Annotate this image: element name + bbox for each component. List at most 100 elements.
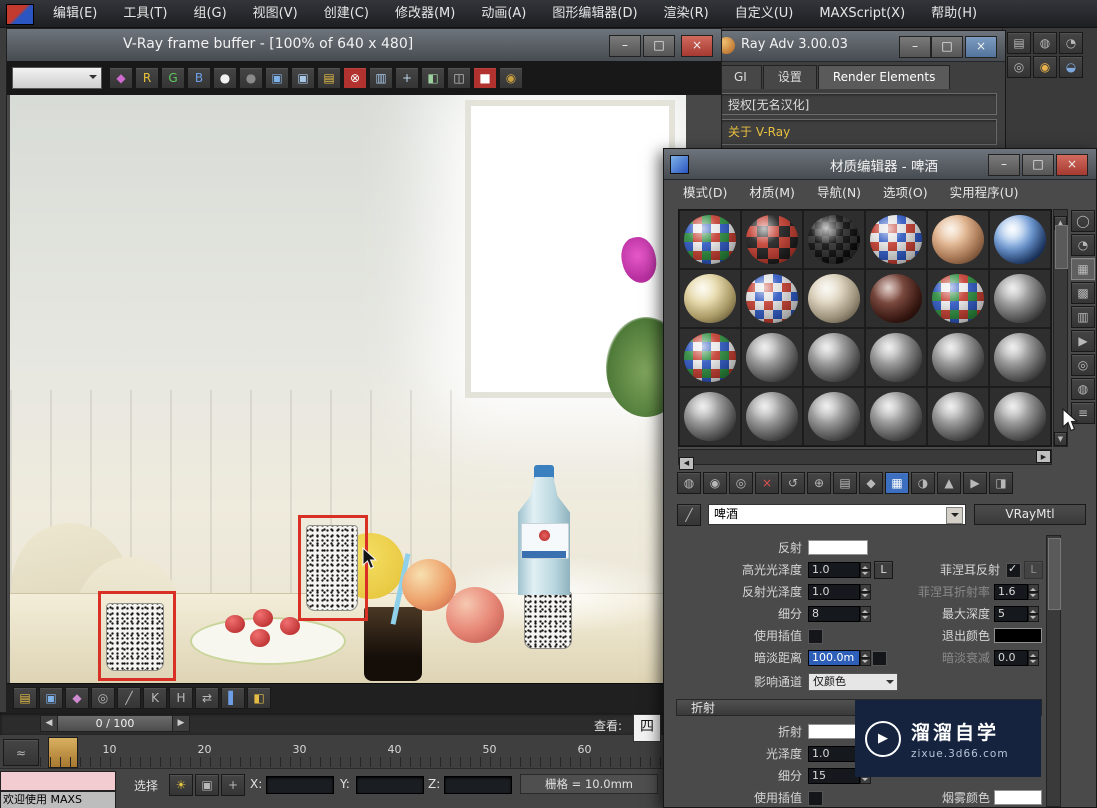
menu-item[interactable]: 视图(V) bbox=[240, 0, 311, 27]
dim-distance-spinner[interactable]: 100.0m bbox=[808, 650, 871, 666]
material-swatch[interactable] bbox=[989, 328, 1051, 387]
dim-distance-value[interactable]: 100.0m bbox=[808, 650, 860, 666]
sample-type-icon[interactable]: ◯ bbox=[1071, 210, 1095, 232]
menu-item[interactable]: 编辑(E) bbox=[40, 0, 110, 27]
material-swatch[interactable] bbox=[679, 210, 741, 269]
framebuffer-close-button[interactable]: × bbox=[681, 35, 713, 57]
vray-tab[interactable]: 设置 bbox=[762, 65, 817, 89]
material-swatch[interactable] bbox=[803, 269, 865, 328]
blue-channel-button[interactable]: B bbox=[187, 67, 211, 89]
pick-material-eyedropper-icon[interactable]: ╱ bbox=[677, 504, 701, 526]
isolate-selection-icon[interactable]: ☀ bbox=[169, 774, 193, 796]
reflect-glossiness-value[interactable]: 1.0 bbox=[808, 584, 860, 600]
save-file-icon[interactable]: ▣ bbox=[39, 686, 63, 709]
dim-falloff-spinner[interactable]: 0.0 bbox=[994, 650, 1039, 666]
material-editor-maximize-button[interactable]: □ bbox=[1022, 154, 1054, 176]
vscroll-thumb[interactable] bbox=[1055, 225, 1068, 269]
get-material-icon[interactable]: ◍ bbox=[677, 472, 701, 494]
show-end-result-icon[interactable]: ◑ bbox=[911, 472, 935, 494]
prev-frame-button[interactable]: ◀ bbox=[41, 716, 58, 731]
vray-tab[interactable]: GI bbox=[719, 65, 762, 89]
display-mode-select[interactable] bbox=[12, 67, 102, 89]
material-swatch[interactable] bbox=[927, 269, 989, 328]
scroll-down-icon[interactable]: ▼ bbox=[1054, 432, 1067, 446]
dim-falloff-value[interactable]: 0.0 bbox=[994, 650, 1028, 666]
material-swatch[interactable] bbox=[679, 387, 741, 446]
make-unique-icon[interactable]: ⊕ bbox=[807, 472, 831, 494]
fresnel-ior-value[interactable]: 1.6 bbox=[994, 584, 1028, 600]
material-editor-menu-item[interactable]: 导航(N) bbox=[806, 180, 872, 205]
color-sample-icon[interactable]: ◆ bbox=[65, 686, 89, 709]
material-swatch[interactable] bbox=[927, 328, 989, 387]
save-all-channels-icon[interactable]: ▣ bbox=[291, 67, 315, 89]
fog-color-swatch[interactable] bbox=[994, 790, 1042, 805]
levels-icon[interactable]: ▌ bbox=[221, 686, 245, 709]
vray-titlebar[interactable]: Ray Adv 3.00.03 – □ × bbox=[713, 31, 1005, 62]
framebuffer-maximize-button[interactable]: □ bbox=[643, 35, 675, 57]
menu-item[interactable]: 创建(C) bbox=[311, 0, 382, 27]
parameters-scrollbar[interactable] bbox=[1046, 535, 1061, 807]
material-swatch[interactable] bbox=[741, 387, 803, 446]
backlight-icon[interactable]: ◔ bbox=[1071, 234, 1095, 256]
pencil-icon[interactable]: ╱ bbox=[117, 686, 141, 709]
put-to-library-icon[interactable]: ▤ bbox=[833, 472, 857, 494]
track-mouse-icon[interactable]: + bbox=[395, 67, 419, 89]
material-swatch[interactable] bbox=[865, 328, 927, 387]
material-swatch[interactable] bbox=[741, 210, 803, 269]
reset-swatch-icon[interactable]: ↺ bbox=[781, 472, 805, 494]
white-balance-icon[interactable]: ◎ bbox=[91, 686, 115, 709]
material-swatch[interactable] bbox=[927, 387, 989, 446]
render-image[interactable] bbox=[10, 95, 686, 683]
material-swatch[interactable] bbox=[741, 269, 803, 328]
material-editor-icon[interactable]: ◍ bbox=[1033, 32, 1057, 54]
material-name-select[interactable]: 啤酒 bbox=[708, 504, 966, 525]
white-level-icon[interactable]: H bbox=[169, 686, 193, 709]
glossiness-value[interactable]: 1.0 bbox=[808, 746, 860, 762]
render-iterative-icon[interactable]: ◒ bbox=[1059, 56, 1083, 78]
spinner-arrows[interactable] bbox=[1028, 650, 1039, 666]
put-to-scene-icon[interactable]: ◉ bbox=[703, 472, 727, 494]
menu-item[interactable]: 修改器(M) bbox=[382, 0, 468, 27]
go-forward-sibling-icon[interactable]: ▶ bbox=[963, 472, 987, 494]
split-icon[interactable]: ◧ bbox=[247, 686, 271, 709]
dim-distance-checkbox[interactable] bbox=[872, 651, 887, 666]
launch-navigator-icon[interactable]: ◨ bbox=[989, 472, 1013, 494]
menu-item[interactable]: 帮助(H) bbox=[918, 0, 990, 27]
vray-maximize-button[interactable]: □ bbox=[931, 36, 963, 58]
material-editor-menu-item[interactable]: 材质(M) bbox=[738, 180, 806, 205]
highlight-glossiness-spinner[interactable]: 1.0 bbox=[808, 562, 871, 578]
maxscript-mini-listener[interactable] bbox=[0, 771, 116, 791]
material-swatch[interactable] bbox=[803, 210, 865, 269]
color-corrections-icon[interactable]: ◆ bbox=[109, 67, 133, 89]
use-interpolation-checkbox[interactable] bbox=[808, 629, 823, 644]
material-editor-close-button[interactable]: × bbox=[1056, 154, 1088, 176]
track-bar-ruler[interactable]: ≈ 10 20 30 40 50 60 bbox=[0, 735, 663, 769]
spinner-arrows[interactable] bbox=[860, 650, 871, 666]
material-editor-titlebar[interactable]: 材质编辑器 - 啤酒 – □ × bbox=[664, 149, 1096, 180]
assign-to-selection-icon[interactable]: ◎ bbox=[729, 472, 753, 494]
menu-item[interactable]: 组(G) bbox=[180, 0, 239, 27]
render-production-icon[interactable]: ◉ bbox=[1033, 56, 1057, 78]
material-swatch[interactable] bbox=[865, 269, 927, 328]
spinner-arrows[interactable] bbox=[860, 562, 871, 578]
y-coordinate-field[interactable] bbox=[356, 776, 424, 794]
swatch-hscrollbar[interactable]: ◀ ▶ bbox=[678, 449, 1052, 470]
load-image-icon[interactable]: ▤ bbox=[317, 67, 341, 89]
material-swatch[interactable] bbox=[803, 328, 865, 387]
show-map-in-viewport-icon[interactable]: ▦ bbox=[885, 472, 909, 494]
time-slider-track[interactable]: ◀ 0 / 100 ▶ 查看: bbox=[0, 713, 663, 735]
spinner-arrows[interactable] bbox=[860, 606, 871, 622]
green-channel-button[interactable]: G bbox=[161, 67, 185, 89]
subdivs-spinner[interactable]: 8 bbox=[808, 606, 871, 622]
select-by-material-icon[interactable]: ◍ bbox=[1071, 378, 1095, 400]
material-swatch[interactable] bbox=[679, 269, 741, 328]
max-depth-value[interactable]: 5 bbox=[994, 606, 1028, 622]
material-editor-menu-item[interactable]: 选项(O) bbox=[872, 180, 939, 205]
red-channel-button[interactable]: R bbox=[135, 67, 159, 89]
swap-icon[interactable]: ⇄ bbox=[195, 686, 219, 709]
material-swatch[interactable] bbox=[989, 210, 1051, 269]
material-swatch[interactable] bbox=[989, 387, 1051, 446]
menu-item[interactable]: 渲染(R) bbox=[651, 0, 722, 27]
framebuffer-minimize-button[interactable]: – bbox=[609, 35, 641, 57]
framebuffer-titlebar[interactable]: V-Ray frame buffer - [100% of 640 x 480]… bbox=[7, 29, 721, 62]
